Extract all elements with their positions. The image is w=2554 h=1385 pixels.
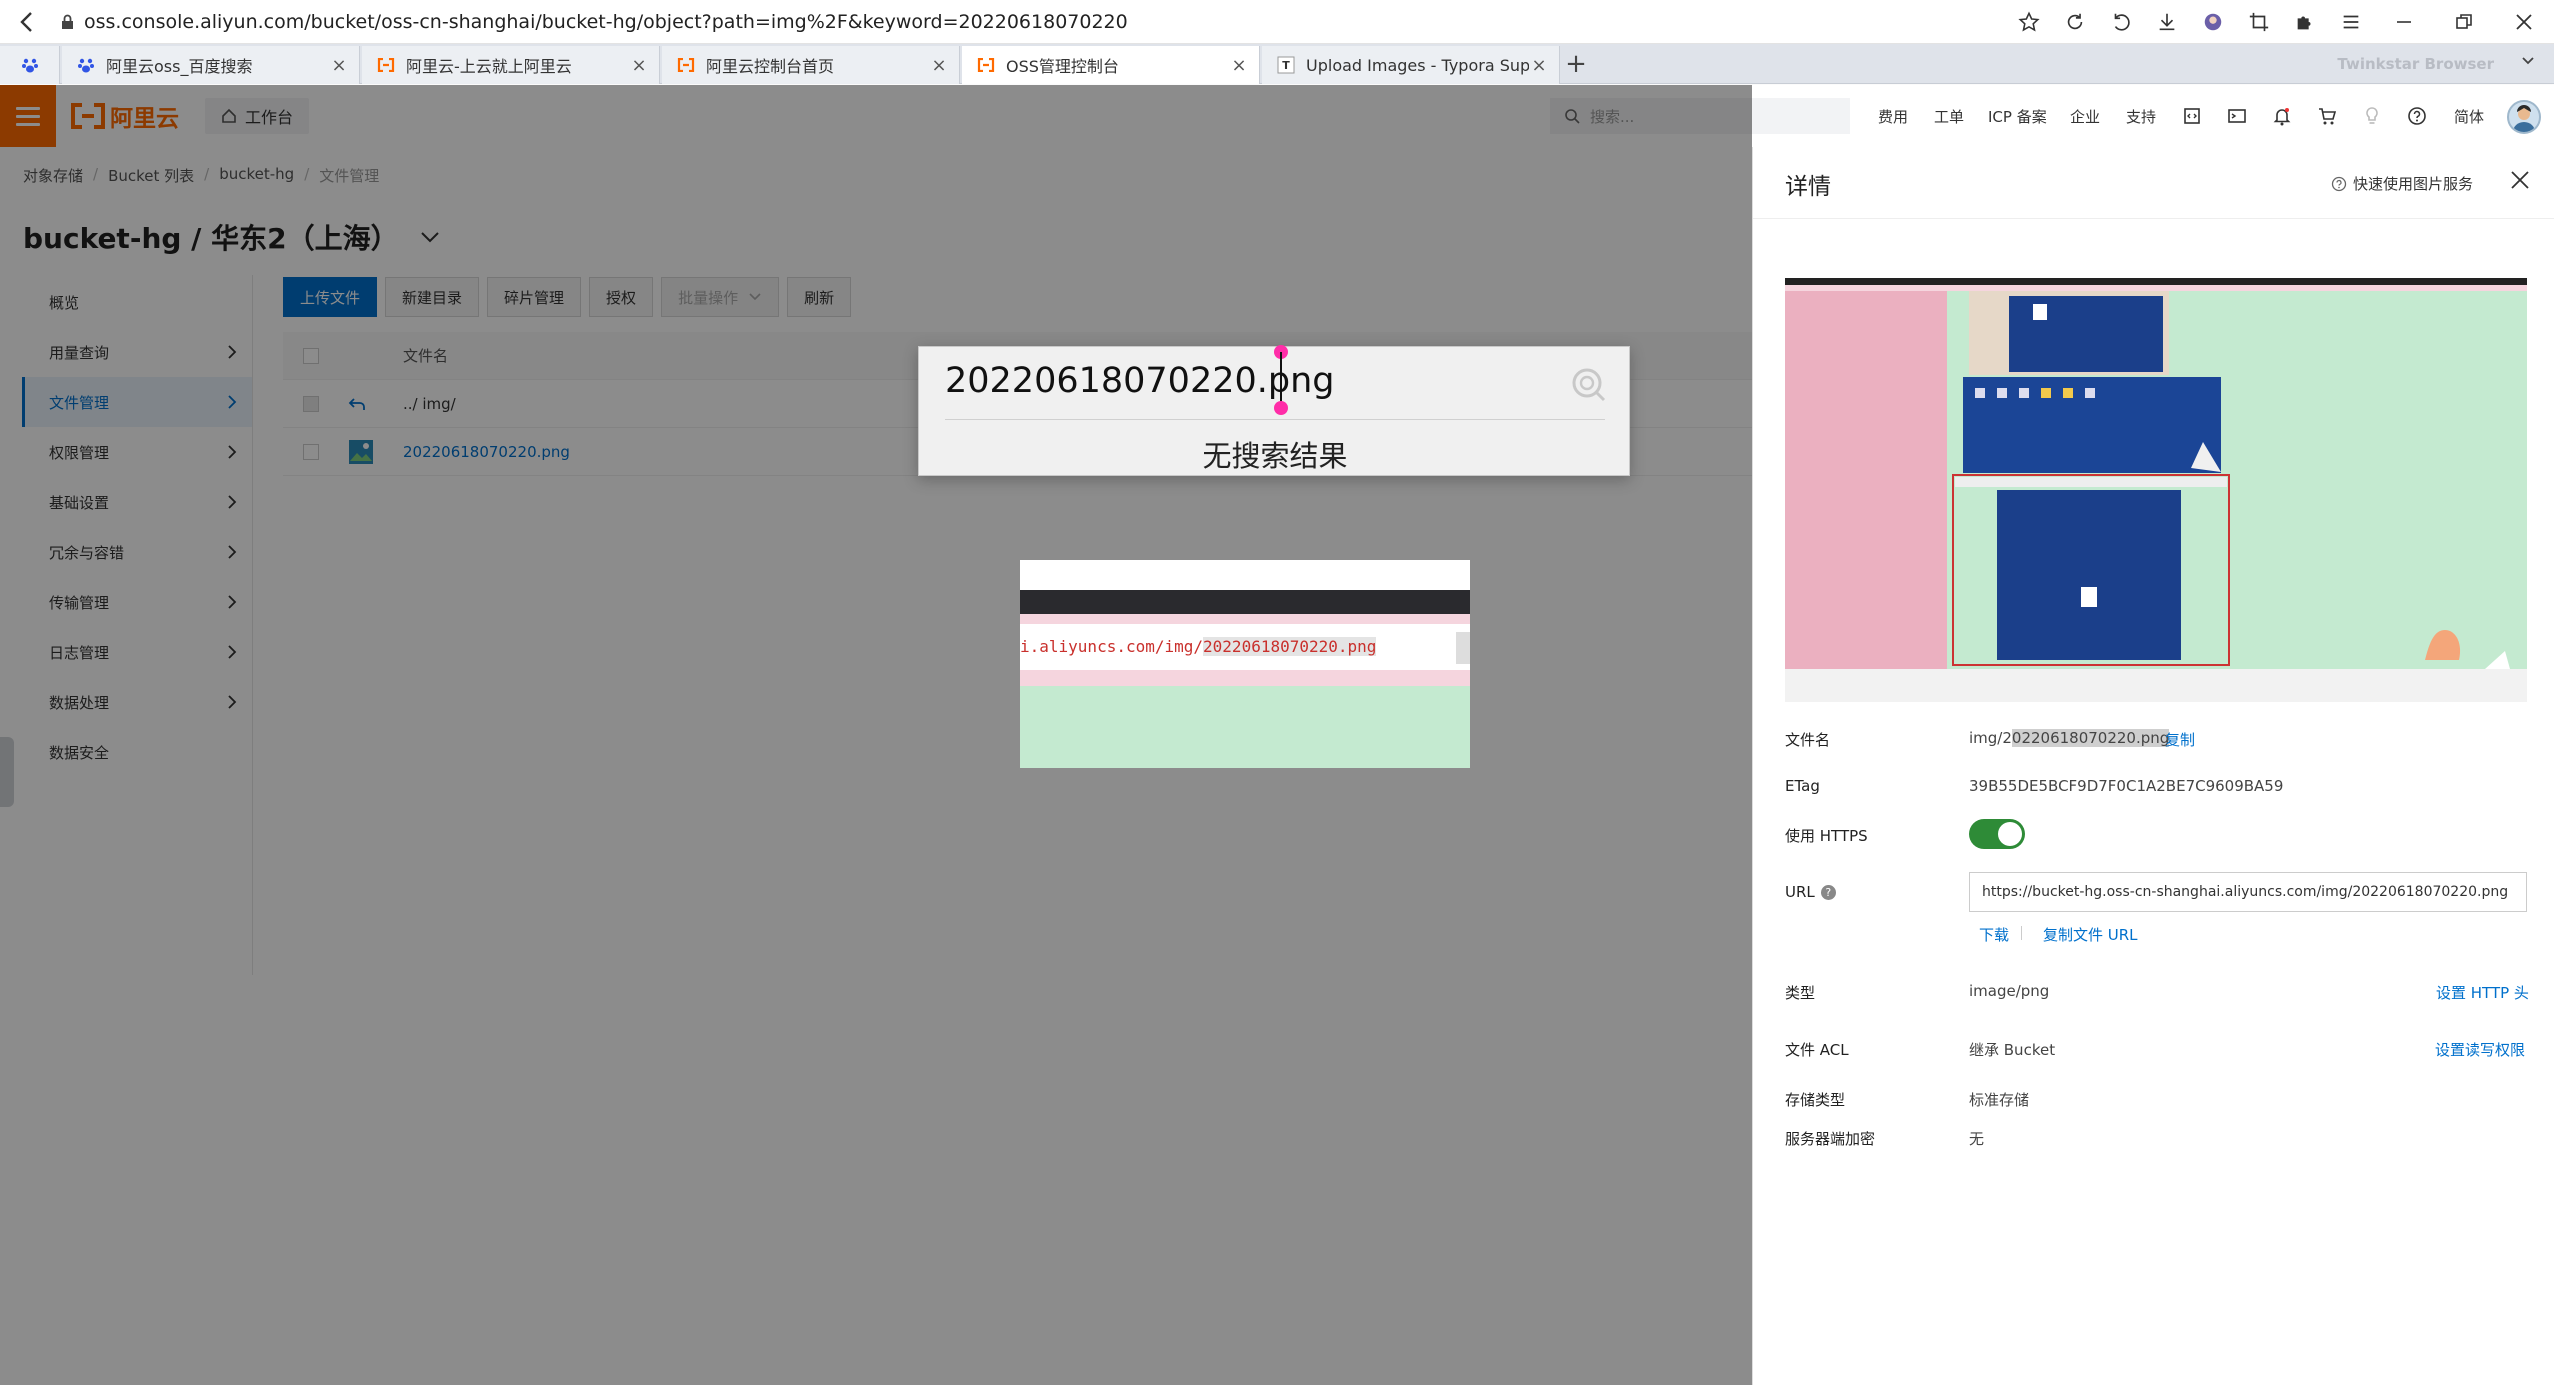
menu-icon[interactable]: [2328, 0, 2374, 44]
puzzle-icon[interactable]: [2282, 0, 2328, 44]
storage-class-value: 标准存储: [1969, 1091, 2030, 1109]
acl-label: 文件 ACL: [1785, 1041, 1849, 1059]
download-icon[interactable]: [2144, 0, 2190, 44]
star-icon[interactable]: [2006, 0, 2052, 44]
aliyun-logo-icon: [976, 55, 996, 75]
find-result: 无搜索结果: [1202, 439, 1348, 473]
selection-handle-icon[interactable]: [1270, 344, 1292, 416]
help-icon[interactable]: ?: [1820, 885, 1836, 900]
terminal-icon[interactable]: [2225, 104, 2249, 128]
download-link[interactable]: 下载: [1979, 924, 2009, 945]
etag-value: 39B55DE5BCF9D7F0C1A2BE7C9609BA59: [1969, 777, 2284, 795]
screenshot-snippet: i.aliyuncs.com/img/20220618070220.png: [1020, 560, 1470, 768]
tab-label: 阿里云控制台首页: [706, 57, 835, 76]
chevron-down-icon[interactable]: [2520, 52, 2536, 68]
type-label: 类型: [1785, 984, 1816, 1002]
snippet-code: i.aliyuncs.com/img/20220618070220.png: [1020, 637, 1377, 656]
etag-label: ETag: [1785, 777, 1820, 795]
avatar[interactable]: [2507, 100, 2541, 134]
drawer-title: 详情: [1785, 174, 1831, 200]
baidu-paw-icon: [76, 55, 96, 75]
link-divider: [2021, 926, 2022, 940]
details-drawer: 详情 快速使用图片服务 文件名 img/20220618070220.png 复…: [1752, 147, 2554, 1385]
scrollbar: [1456, 632, 1470, 664]
nav-tickets[interactable]: 工单: [1934, 85, 1964, 147]
set-acl-link[interactable]: 设置读写权限: [2435, 1039, 2525, 1060]
nav-enterprise[interactable]: 企业: [2070, 85, 2100, 147]
pinned-tab-baidu[interactable]: [0, 46, 60, 84]
lightbulb-icon[interactable]: [2360, 104, 2384, 128]
language-switch[interactable]: 简体: [2454, 85, 2484, 147]
close-window-icon[interactable]: [2494, 0, 2554, 44]
typora-icon: T: [1276, 55, 1296, 75]
filename-value: img/20220618070220.png: [1969, 729, 2170, 747]
url-field[interactable]: oss.console.aliyun.com/bucket/oss-cn-sha…: [84, 11, 1128, 33]
url-label: URL?: [1785, 883, 1836, 901]
encryption-label: 服务器端加密: [1785, 1130, 1876, 1148]
close-icon[interactable]: [2509, 169, 2531, 191]
code-icon[interactable]: [2180, 104, 2204, 128]
tab-oss-console[interactable]: OSS管理控制台 ×: [962, 46, 1260, 84]
set-http-header-link[interactable]: 设置 HTTP 头: [2436, 982, 2529, 1003]
bell-icon[interactable]: [2270, 104, 2294, 128]
https-label: 使用 HTTPS: [1785, 827, 1868, 845]
nav-icp[interactable]: ICP 备案: [1988, 85, 2047, 147]
nav-support[interactable]: 支持: [2126, 85, 2156, 147]
svg-text:T: T: [1282, 59, 1290, 72]
help-circle-icon: [2331, 176, 2347, 191]
nav-billing[interactable]: 费用: [1878, 85, 1908, 147]
lock-icon: [56, 14, 78, 30]
undo-icon[interactable]: [2098, 0, 2144, 44]
tab-typora[interactable]: T Upload Images - Typora Sup ×: [1262, 46, 1560, 84]
crop-icon[interactable]: [2236, 0, 2282, 44]
copy-filename-link[interactable]: 复制: [2165, 729, 2195, 750]
drawer-header: 详情 快速使用图片服务: [1753, 147, 2554, 219]
tab-close-icon[interactable]: ×: [1529, 55, 1549, 76]
tab-label: OSS管理控制台: [1006, 57, 1119, 76]
filename-label: 文件名: [1785, 731, 1831, 749]
address-bar: oss.console.aliyun.com/bucket/oss-cn-sha…: [0, 0, 2554, 44]
search-icon[interactable]: [1569, 365, 1609, 405]
tab-baidu-search[interactable]: 阿里云oss_百度搜索 ×: [62, 46, 360, 84]
minimize-icon[interactable]: [2374, 0, 2434, 44]
image-preview: [1785, 252, 2527, 702]
extension-avatar-icon[interactable]: [2190, 0, 2236, 44]
encryption-value: 无: [1969, 1130, 1985, 1148]
new-tab-button[interactable]: +: [1560, 44, 1592, 84]
baidu-paw-icon: [20, 55, 40, 75]
acl-value: 继承 Bucket: [1969, 1041, 2056, 1059]
tab-label: 阿里云oss_百度搜索: [106, 57, 253, 76]
url-field[interactable]: https://bucket-hg.oss-cn-shanghai.aliyun…: [1969, 872, 2527, 912]
browser-brand: Twinkstar Browser: [2337, 55, 2494, 73]
quick-image-service-link[interactable]: 快速使用图片服务: [2331, 173, 2473, 194]
tab-close-icon[interactable]: ×: [1229, 55, 1249, 76]
type-value: image/png: [1969, 982, 2050, 1000]
help-icon[interactable]: [2405, 104, 2429, 128]
copy-url-link[interactable]: 复制文件 URL: [2043, 924, 2138, 945]
tab-label: Upload Images - Typora Sup: [1306, 55, 1529, 75]
tab-label: 阿里云-上云就上阿里云: [406, 57, 572, 76]
modal-backdrop[interactable]: [0, 85, 1752, 1385]
refresh-icon[interactable]: [2052, 0, 2098, 44]
storage-class-label: 存储类型: [1785, 1091, 1846, 1109]
tab-close-icon[interactable]: ×: [629, 55, 649, 76]
cart-icon[interactable]: [2315, 104, 2339, 128]
tab-close-icon[interactable]: ×: [329, 55, 349, 76]
aliyun-logo-icon: [676, 55, 696, 75]
tab-aliyun-home[interactable]: 阿里云-上云就上阿里云 ×: [362, 46, 660, 84]
restore-icon[interactable]: [2434, 0, 2494, 44]
tab-console-home[interactable]: 阿里云控制台首页 ×: [662, 46, 960, 84]
tab-close-icon[interactable]: ×: [929, 55, 949, 76]
find-divider: [945, 419, 1605, 420]
https-toggle[interactable]: [1969, 819, 2025, 849]
tab-bar: 阿里云oss_百度搜索 × 阿里云-上云就上阿里云 × 阿里云控制台首页 × O…: [0, 44, 2554, 84]
back-button[interactable]: [6, 0, 46, 44]
aliyun-logo-icon: [376, 55, 396, 75]
